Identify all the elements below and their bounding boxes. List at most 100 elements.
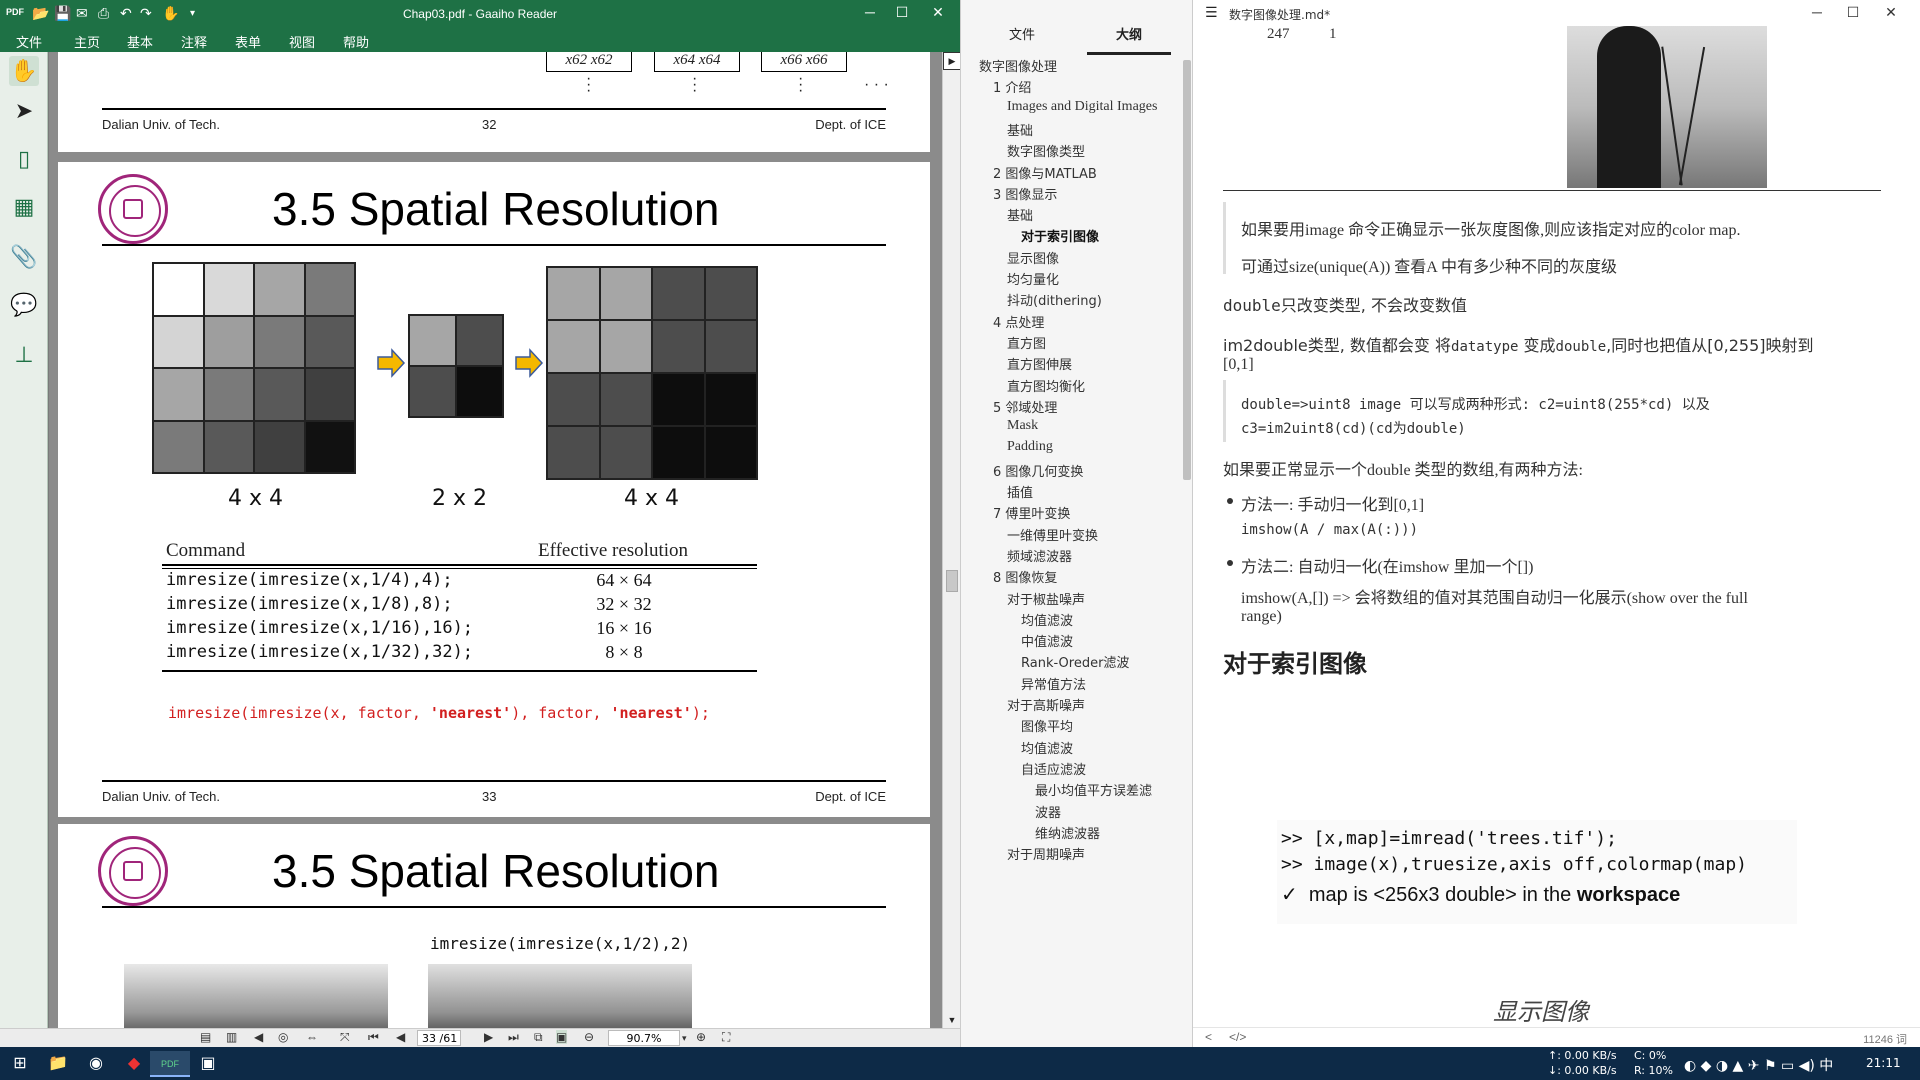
chrome-icon[interactable]: ◉	[76, 1051, 116, 1077]
outline-item[interactable]: 直方图	[1007, 333, 1046, 352]
menu-view[interactable]: 视图	[289, 32, 315, 51]
close-button[interactable]: ✕	[1877, 4, 1905, 21]
zoom-input[interactable]	[608, 1030, 680, 1046]
clock[interactable]: 21:11	[1866, 1056, 1901, 1070]
file-explorer-icon[interactable]: 📁	[38, 1051, 78, 1077]
hand-icon[interactable]: ✋	[9, 56, 39, 86]
bookmark-panel-icon[interactable]: ▯	[9, 144, 39, 174]
sidebar-toggle-icon[interactable]: <	[1205, 1030, 1212, 1044]
previous-view-icon[interactable]: ⧉	[534, 1030, 543, 1045]
outline-item[interactable]: 1 介绍	[993, 77, 1031, 96]
rotate-left-icon[interactable]: ◀	[254, 1030, 263, 1044]
select-arrow-icon[interactable]: ➤	[9, 96, 39, 126]
fit-page-icon[interactable]: ⤧	[340, 1030, 350, 1045]
page-number-input[interactable]	[417, 1030, 461, 1046]
zoom-dropdown-icon[interactable]: ▾	[682, 1033, 687, 1044]
outline-item[interactable]: 对于周期噪声	[1007, 844, 1085, 863]
single-page-icon[interactable]: ▤	[200, 1030, 211, 1044]
source-mode-icon[interactable]: </>	[1229, 1030, 1246, 1044]
outline-item[interactable]: 中值滤波	[1021, 631, 1073, 650]
menu-basic[interactable]: 基本	[127, 32, 153, 51]
outline-item[interactable]: 图像平均	[1021, 716, 1073, 735]
outline-item[interactable]: 直方图伸展	[1007, 354, 1072, 373]
grid-cell	[599, 373, 652, 426]
minimize-button[interactable]: ─	[1803, 4, 1831, 20]
typora-taskbar-icon[interactable]: ▣	[188, 1051, 228, 1077]
outline-item[interactable]: 基础	[1007, 120, 1033, 139]
rotate-right-icon[interactable]: ◎	[278, 1030, 288, 1044]
continuous-page-icon[interactable]: ▥	[226, 1030, 237, 1044]
outline-item[interactable]: 异常值方法	[1021, 674, 1086, 693]
comments-icon[interactable]: 💬	[9, 290, 39, 320]
attachment-icon[interactable]: 📎	[9, 242, 39, 272]
outline-item[interactable]: Images and Digital Images	[1007, 99, 1157, 115]
table-cell-resolution: 16 × 16	[596, 618, 652, 638]
fit-width-icon[interactable]: ⇔	[306, 1030, 318, 1044]
outline-item[interactable]: 对于椒盐噪声	[1007, 589, 1085, 608]
menu-help[interactable]: 帮助	[343, 32, 369, 51]
outline-item[interactable]: 抖动(dithering)	[1007, 290, 1102, 309]
last-page-icon[interactable]: ⏭	[508, 1030, 519, 1045]
outline-item[interactable]: Padding	[1007, 439, 1053, 455]
menu-home[interactable]: 主页	[74, 32, 100, 51]
close-button[interactable]: ✕	[924, 4, 952, 21]
menu-file[interactable]: 文件	[16, 32, 42, 51]
outline-item[interactable]: 数字图像类型	[1007, 141, 1085, 160]
zoom-in-icon[interactable]: ⊕	[696, 1030, 706, 1044]
outline-item[interactable]: 自适应滤波	[1021, 759, 1086, 778]
outline-item[interactable]: 2 图像与MATLAB	[993, 163, 1097, 182]
zoom-out-icon[interactable]: ⊖	[584, 1030, 594, 1044]
outline-item[interactable]: 均值滤波	[1021, 738, 1073, 757]
maximize-button[interactable]: ☐	[888, 4, 916, 21]
outline-item[interactable]: 最小均值平方误差滤	[1035, 780, 1152, 799]
document-title: 数字图像处理.md*	[1229, 8, 1331, 22]
outline-item[interactable]: 插值	[1007, 482, 1033, 501]
tray-icons[interactable]: ◐ ◆ ◑ ▲ ✈ ⚑ ▭ ◀) 中	[1684, 1055, 1833, 1075]
outline-item[interactable]: 维纳滤波器	[1035, 823, 1100, 842]
gaaiho-reader-taskbar-icon[interactable]: PDF	[150, 1051, 190, 1077]
outline-item[interactable]: 频域滤波器	[1007, 546, 1072, 565]
thumbnails-icon[interactable]: ▦	[9, 192, 39, 222]
pdf-document-view[interactable]: x62 x62 x64 x64 x66 x66 · · · · · · · · · · · …	[49, 52, 942, 1028]
scroll-down-button[interactable]: ▼	[943, 1012, 961, 1028]
pdf-vertical-scrollbar[interactable]: ▶ ▼	[942, 52, 961, 1028]
stamp-icon[interactable]: ⊥	[9, 340, 39, 370]
outline-item[interactable]: 6 图像几何变换	[993, 461, 1083, 480]
tab-outline[interactable]: 大纲	[1116, 24, 1142, 43]
outline-item[interactable]: 5 邻域处理	[993, 397, 1057, 416]
minimize-button[interactable]: ─	[856, 4, 884, 20]
scroll-thumb[interactable]	[946, 570, 958, 592]
editor-content[interactable]: 247 1 如果要用image 命令正确显示一张灰度图像,则应该指定对应的col…	[1193, 26, 1920, 1027]
outline-item[interactable]: 均值滤波	[1021, 610, 1073, 629]
outline-item[interactable]: 3 图像显示	[993, 184, 1057, 203]
first-page-icon[interactable]: ⏮	[368, 1030, 379, 1045]
outline-item[interactable]: 数字图像处理	[979, 56, 1057, 75]
outline-item[interactable]: 直方图均衡化	[1007, 376, 1085, 395]
scroll-up-button[interactable]: ▶	[943, 52, 961, 70]
outline-item[interactable]: 一维傅里叶变换	[1007, 525, 1098, 544]
prev-page-icon[interactable]: ◀	[396, 1030, 405, 1044]
menu-annotate[interactable]: 注释	[181, 32, 207, 51]
outline-scrollbar[interactable]	[1183, 60, 1191, 480]
outline-item[interactable]: 波器	[1035, 802, 1061, 821]
outline-item[interactable]: Rank-Oreder滤波	[1021, 652, 1129, 671]
outline-item[interactable]: Mask	[1007, 418, 1038, 434]
maximize-button[interactable]: ☐	[1839, 4, 1867, 21]
outline-item[interactable]: 对于索引图像	[1021, 226, 1099, 245]
fullscreen-icon[interactable]: ⛶	[722, 1030, 730, 1045]
outline-item[interactable]: 对于高斯噪声	[1007, 695, 1085, 714]
start-windows-icon[interactable]: ⊞	[0, 1051, 40, 1077]
outline-item[interactable]: 4 点处理	[993, 312, 1044, 331]
tab-file[interactable]: 文件	[1009, 24, 1035, 43]
outline-item[interactable]: 7 傅里叶变换	[993, 503, 1070, 522]
outline-item[interactable]: 基础	[1007, 205, 1033, 224]
pdf-status-bar: ▤ ▥ ◀ ◎ ⇔ ⤧ ⏮ ◀ ▶ ⏭ ⧉ ▣ ⊖ ▾ ⊕ ⛶	[0, 1028, 960, 1047]
next-page-icon[interactable]: ▶	[484, 1030, 493, 1044]
outline-item[interactable]: 均匀量化	[1007, 269, 1059, 288]
menu-form[interactable]: 表单	[235, 32, 261, 51]
page-layout-icon[interactable]: ▣	[556, 1030, 568, 1044]
outline-item[interactable]: 8 图像恢复	[993, 567, 1057, 586]
app-icon[interactable]: ◆	[114, 1051, 154, 1077]
menu-hamburger-icon[interactable]: ☰	[1205, 4, 1218, 21]
outline-item[interactable]: 显示图像	[1007, 248, 1059, 267]
